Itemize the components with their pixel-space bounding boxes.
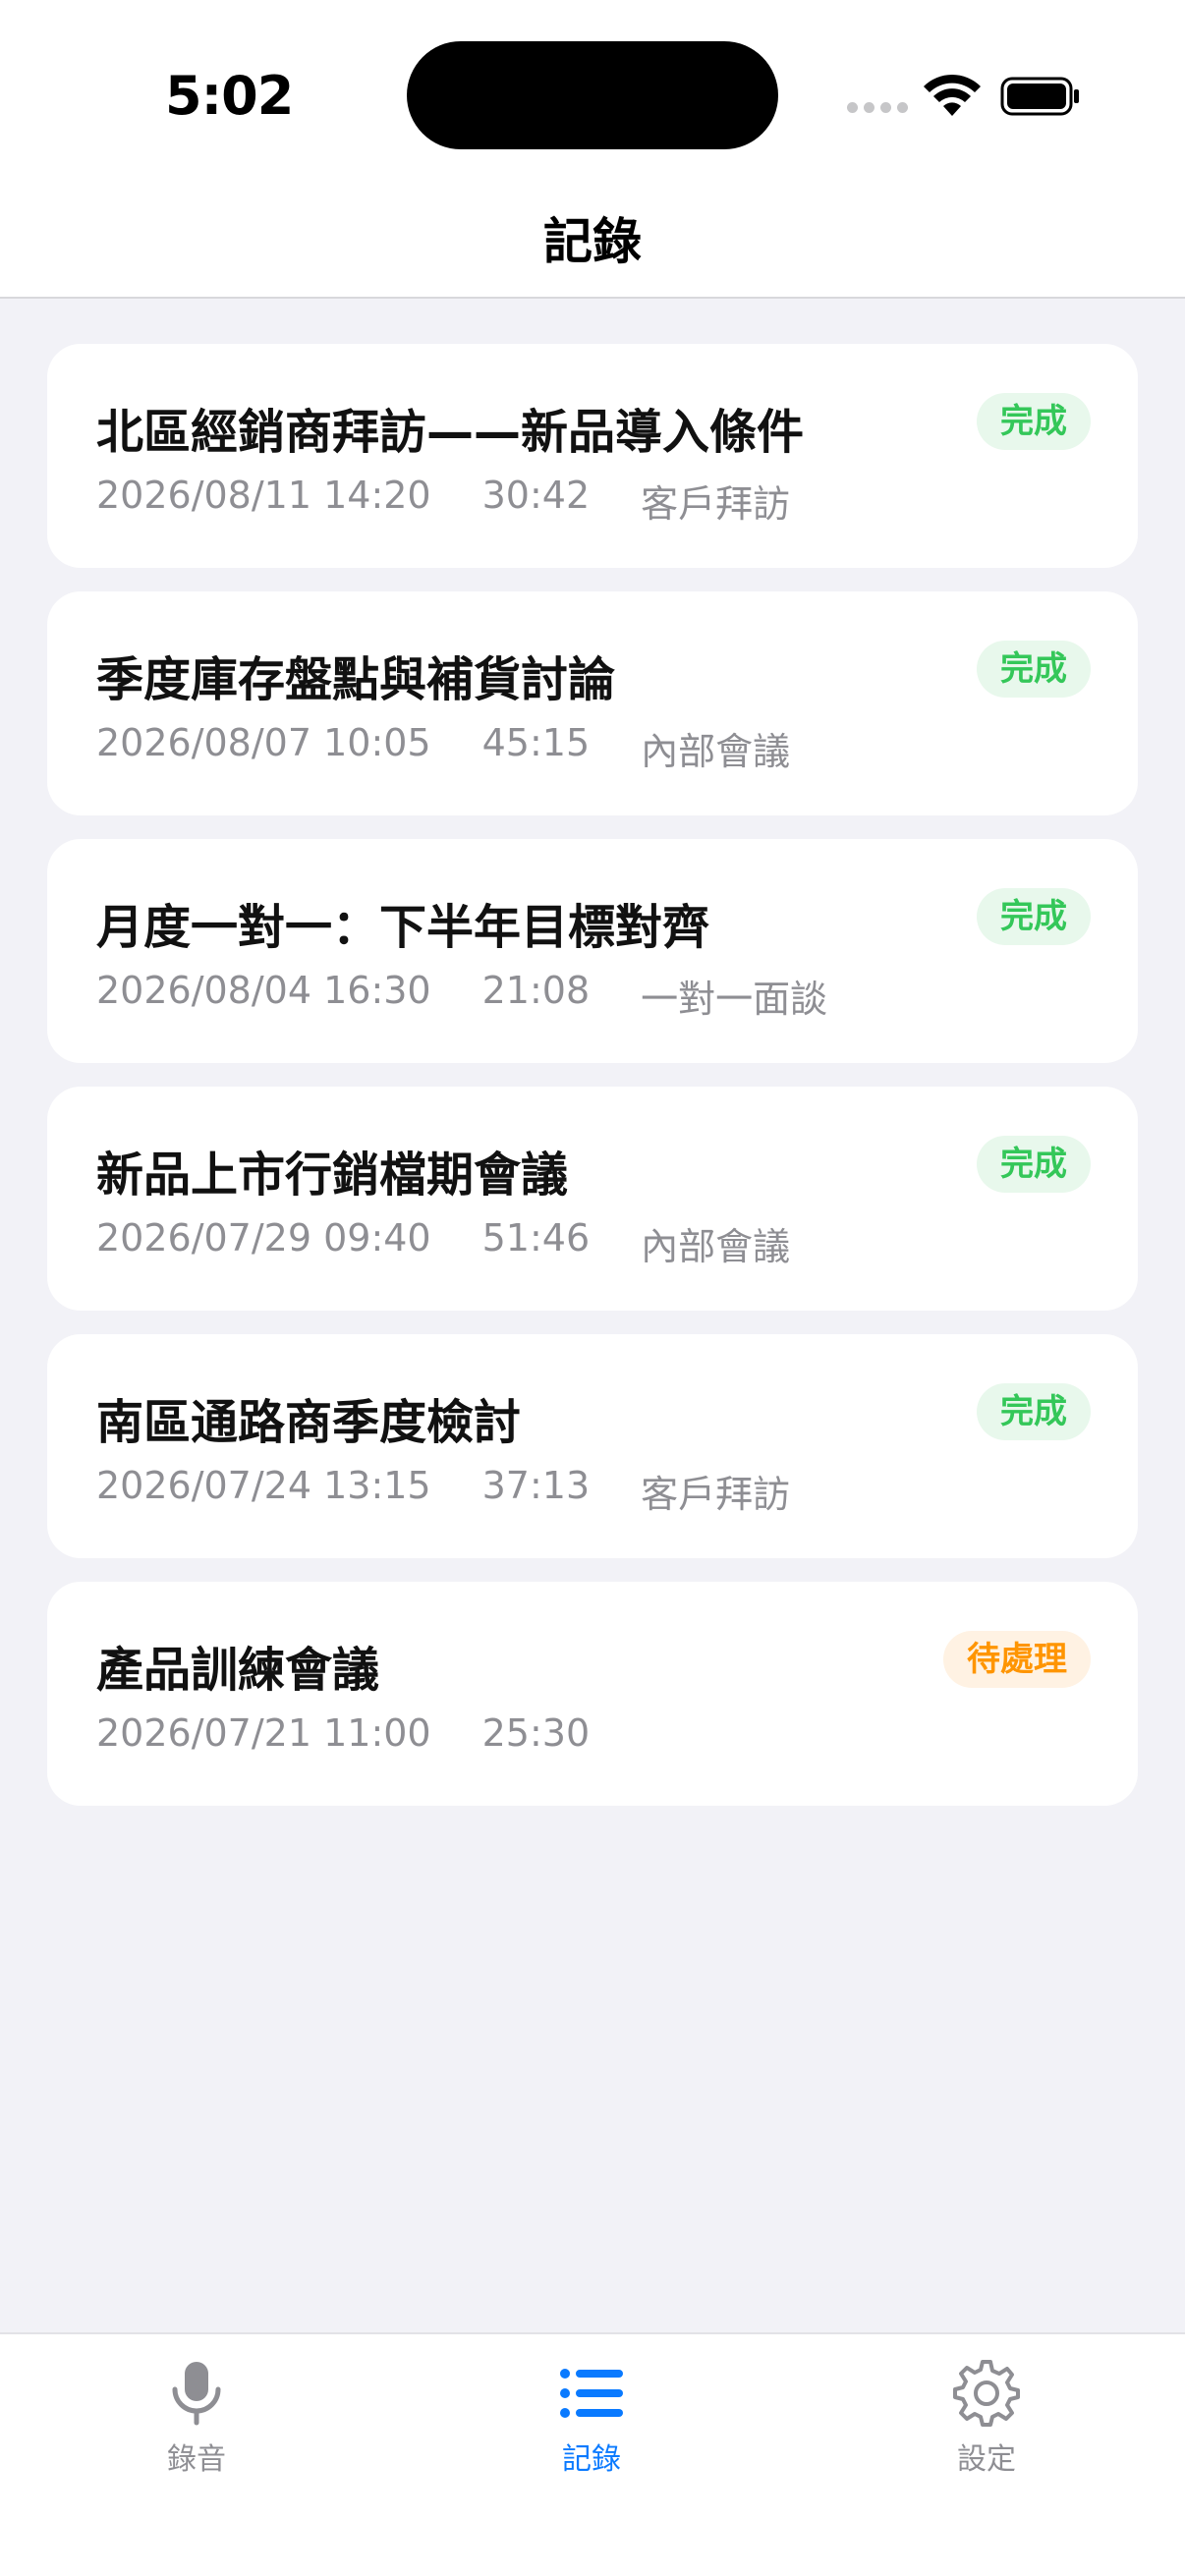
record-date: 2026/07/24 13:15: [96, 1464, 431, 1507]
record-category: 一對一面談: [641, 978, 828, 1021]
status-badge: 完成: [977, 888, 1091, 945]
record-duration: 25:30: [481, 1711, 591, 1755]
app-screen: 5:02 記錄 北區經銷商拜訪——新品導入條件 2026/08/11 14:20 3…: [0, 0, 1185, 2576]
record-category: 內部會議: [641, 1225, 791, 1268]
cellular-signal-icon: [847, 102, 908, 113]
status-badge: 完成: [977, 393, 1091, 450]
status-time: 5:02: [165, 65, 294, 127]
record-title: 南區通路商季度檢討: [96, 1395, 522, 1450]
record-title: 季度庫存盤點與補貨討論: [96, 652, 616, 707]
record-date: 2026/08/07 10:05: [96, 721, 431, 764]
record-meta: 2026/08/07 10:05 45:15 內部會議: [96, 721, 790, 775]
record-date: 2026/07/21 11:00: [96, 1711, 431, 1755]
microphone-icon: [172, 2362, 221, 2426]
tab-settings[interactable]: 設定: [888, 2358, 1085, 2478]
record-card[interactable]: 季度庫存盤點與補貨討論 2026/08/07 10:05 45:15 內部會議 完成: [47, 591, 1138, 815]
record-duration: 45:15: [481, 721, 591, 764]
record-card[interactable]: 月度一對一：下半年目標對齊 2026/08/04 16:30 21:08 一對一面談 完…: [47, 839, 1138, 1063]
record-duration: 37:13: [481, 1464, 591, 1507]
record-card[interactable]: 南區通路商季度檢討 2026/07/24 13:15 37:13 客戶拜訪 完成: [47, 1334, 1138, 1558]
record-duration: 30:42: [481, 474, 591, 517]
record-card[interactable]: 北區經銷商拜訪——新品導入條件 2026/08/11 14:20 30:42 客戶拜訪…: [47, 344, 1138, 568]
wifi-icon: [924, 74, 981, 116]
record-title: 產品訓練會議: [96, 1643, 380, 1698]
record-meta: 2026/07/21 11:00 25:30: [96, 1711, 590, 1755]
record-list: 北區經銷商拜訪——新品導入條件 2026/08/11 14:20 30:42 客戶拜訪…: [47, 344, 1138, 1829]
tab-records[interactable]: 記錄: [493, 2358, 690, 2478]
tab-settings-label: 設定: [957, 2442, 1016, 2477]
tab-bar: 錄音 記錄 設定: [0, 2332, 1185, 2576]
record-category: 客戶拜訪: [641, 1473, 791, 1516]
tab-records-label: 記錄: [562, 2442, 621, 2477]
record-title: 月度一對一：下半年目標對齊: [96, 900, 710, 955]
record-date: 2026/07/29 09:40: [96, 1216, 431, 1260]
top-bar: 5:02 記錄: [0, 0, 1185, 299]
record-duration: 51:46: [481, 1216, 591, 1260]
record-title: 北區經銷商拜訪——新品導入條件: [96, 405, 805, 460]
record-meta: 2026/07/29 09:40 51:46 內部會議: [96, 1216, 790, 1270]
status-badge: 完成: [977, 1136, 1091, 1193]
tab-record-label: 錄音: [167, 2442, 226, 2477]
record-duration: 21:08: [481, 969, 591, 1012]
status-badge: 待處理: [943, 1631, 1091, 1688]
status-badge: 完成: [977, 1383, 1091, 1440]
record-title: 新品上市行銷檔期會議: [96, 1148, 569, 1203]
gear-icon: [953, 2360, 1020, 2427]
record-date: 2026/08/04 16:30: [96, 969, 431, 1012]
record-category: 內部會議: [641, 730, 791, 773]
record-meta: 2026/08/11 14:20 30:42 客戶拜訪: [96, 474, 790, 528]
battery-icon: [1000, 77, 1079, 116]
status-badge: 完成: [977, 641, 1091, 698]
record-card[interactable]: 新品上市行銷檔期會議 2026/07/29 09:40 51:46 內部會議 完成: [47, 1087, 1138, 1311]
record-card[interactable]: 產品訓練會議 2026/07/21 11:00 25:30 待處理: [47, 1582, 1138, 1806]
dynamic-island: [407, 41, 778, 149]
tab-record[interactable]: 錄音: [98, 2358, 295, 2478]
list-icon: [560, 2369, 623, 2418]
record-date: 2026/08/11 14:20: [96, 474, 431, 517]
record-meta: 2026/07/24 13:15 37:13 客戶拜訪: [96, 1464, 790, 1518]
page-title: 記錄: [543, 213, 642, 270]
record-meta: 2026/08/04 16:30 21:08 一對一面談: [96, 969, 827, 1023]
record-category: 客戶拜訪: [641, 482, 791, 526]
